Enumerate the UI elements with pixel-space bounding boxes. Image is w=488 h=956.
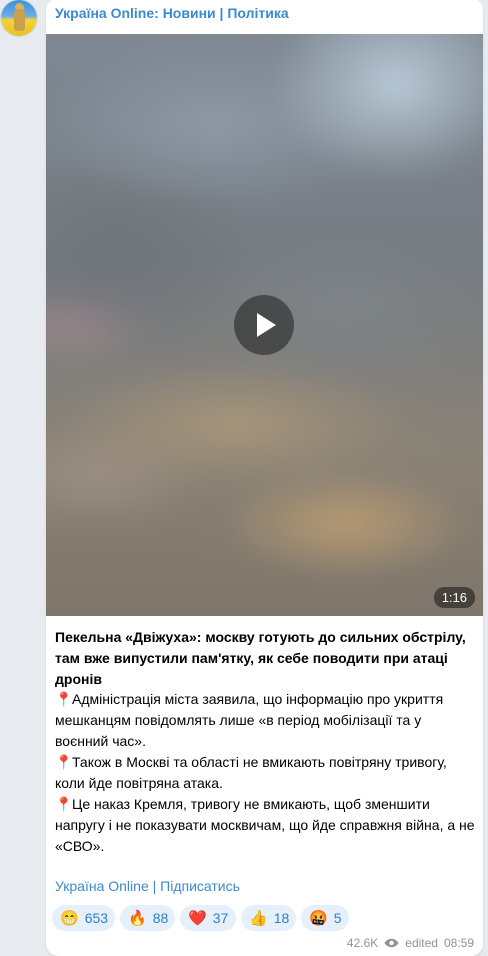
angry-face-icon: 🤬 — [309, 909, 328, 927]
channel-avatar[interactable] — [1, 0, 37, 36]
fire-icon: 🔥 — [128, 909, 147, 927]
pin-icon: 📍 — [55, 754, 73, 770]
play-icon — [257, 313, 276, 337]
reaction-thumbs-up[interactable]: 👍 18 — [241, 905, 296, 931]
reaction-count: 653 — [84, 910, 109, 926]
message-meta: 42.6K edited 08:59 — [347, 936, 474, 950]
post-bullet: 📍Адміністрація міста заявила, що інформа… — [55, 689, 475, 752]
heart-icon: ❤️ — [188, 909, 207, 927]
reaction-count: 18 — [273, 910, 290, 926]
post-bullet-text: Адміністрація міста заявила, що інформац… — [55, 691, 444, 749]
view-count: 42.6K — [346, 936, 379, 950]
post-bullet-list: 📍Адміністрація міста заявила, що інформа… — [55, 689, 475, 857]
post-bullet-text: Також в Москві та області не вмикають по… — [55, 754, 447, 791]
eye-icon — [384, 938, 399, 948]
reaction-fire[interactable]: 🔥 88 — [120, 905, 175, 931]
play-button[interactable] — [234, 295, 294, 355]
video-duration: 1:16 — [433, 587, 475, 608]
avatar-figure-body — [14, 9, 25, 31]
reaction-count: 37 — [212, 910, 229, 926]
reaction-count: 88 — [152, 910, 169, 926]
reaction-count: 5 — [333, 910, 342, 926]
post-bullet-text: Це наказ Кремля, тривогу не вмикають, що… — [55, 796, 475, 854]
pin-icon: 📍 — [55, 796, 73, 812]
post-bullet: 📍Це наказ Кремля, тривогу не вмикають, щ… — [55, 794, 475, 857]
reaction-heart[interactable]: ❤️ 37 — [180, 905, 236, 931]
reaction-laugh[interactable]: 😁 653 — [52, 905, 115, 931]
grinning-face-icon: 😁 — [60, 909, 79, 927]
post-bullet: 📍Також в Москві та області не вмикають п… — [55, 752, 475, 794]
video-preview[interactable]: 1:16 — [46, 34, 483, 616]
reaction-angry[interactable]: 🤬 5 — [301, 905, 349, 931]
pin-icon: 📍 — [55, 691, 73, 707]
message-bubble: Україна Online: Новини | Політика 1:16 П… — [46, 0, 483, 956]
message-time: 08:59 — [443, 936, 474, 950]
post-title: Пекельна «Двіжуха»: москву готують до си… — [55, 629, 466, 687]
subscribe-link[interactable]: Україна Online | Підписатись — [55, 878, 240, 894]
thumbs-up-icon: 👍 — [249, 909, 268, 927]
channel-name[interactable]: Україна Online: Новини | Політика — [55, 5, 289, 21]
edited-label: edited — [405, 936, 438, 950]
